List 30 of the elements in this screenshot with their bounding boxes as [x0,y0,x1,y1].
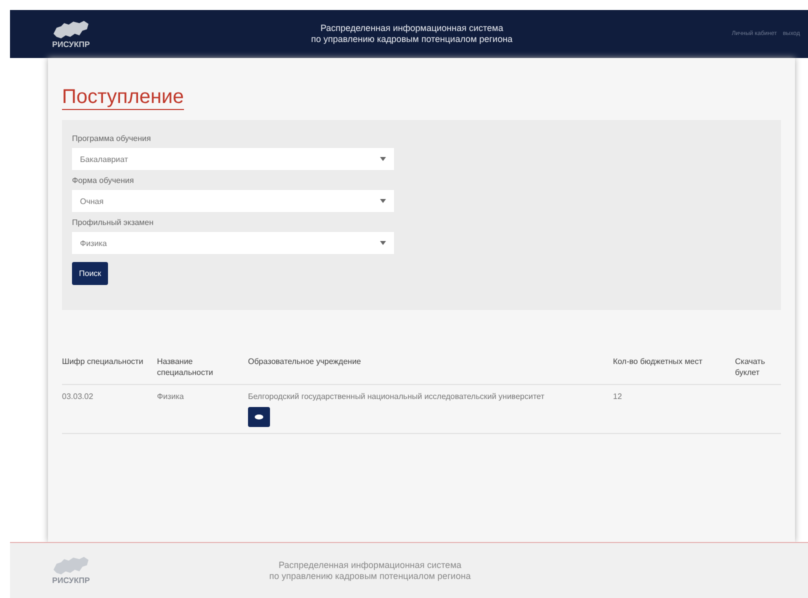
logo-text: РИСУКПР [52,40,90,48]
table-cell: Физика [157,391,184,403]
table-cell: Белгородский государственный национальный исследовательский университет [248,391,544,403]
header-subtitle: по управлению кадровым потенциалом региона [311,34,513,45]
field-label: Профильный экзамен [72,218,155,227]
caret-icon [380,199,386,203]
field-label: Программа обучения [72,134,152,143]
column-header: Образовательное учреждение [248,356,362,368]
view-button[interactable] [248,407,270,427]
map-icon [52,20,90,40]
select-field[interactable]: Бакалавриат [72,148,394,170]
table-cell: 12 [613,391,622,403]
select-field[interactable]: Физика [72,232,394,254]
caret-icon [380,241,386,245]
column-header: Название специальности [157,356,214,378]
footer-title: Распределенная информационная система [278,560,462,570]
logo-text: РИСУКПР [52,576,90,585]
select-field[interactable]: Очная [72,190,394,212]
table-cell: 03.03.02 [62,391,94,403]
column-header: Шифр специальности [62,356,144,368]
column-header: Скачать буклет [735,356,766,378]
page-title: Поступление [62,86,184,110]
footer-subtitle: по управлению кадровым потенциалом региона [269,570,471,582]
column-header: Кол-во бюджетных мест [613,356,704,368]
eye-icon [254,414,264,420]
caret-icon [380,157,386,161]
search-button[interactable]: Поиск [72,262,108,285]
header-title: Распределенная информационная система [320,23,504,34]
map-icon [52,556,90,576]
field-label: Форма обучения [72,176,135,185]
